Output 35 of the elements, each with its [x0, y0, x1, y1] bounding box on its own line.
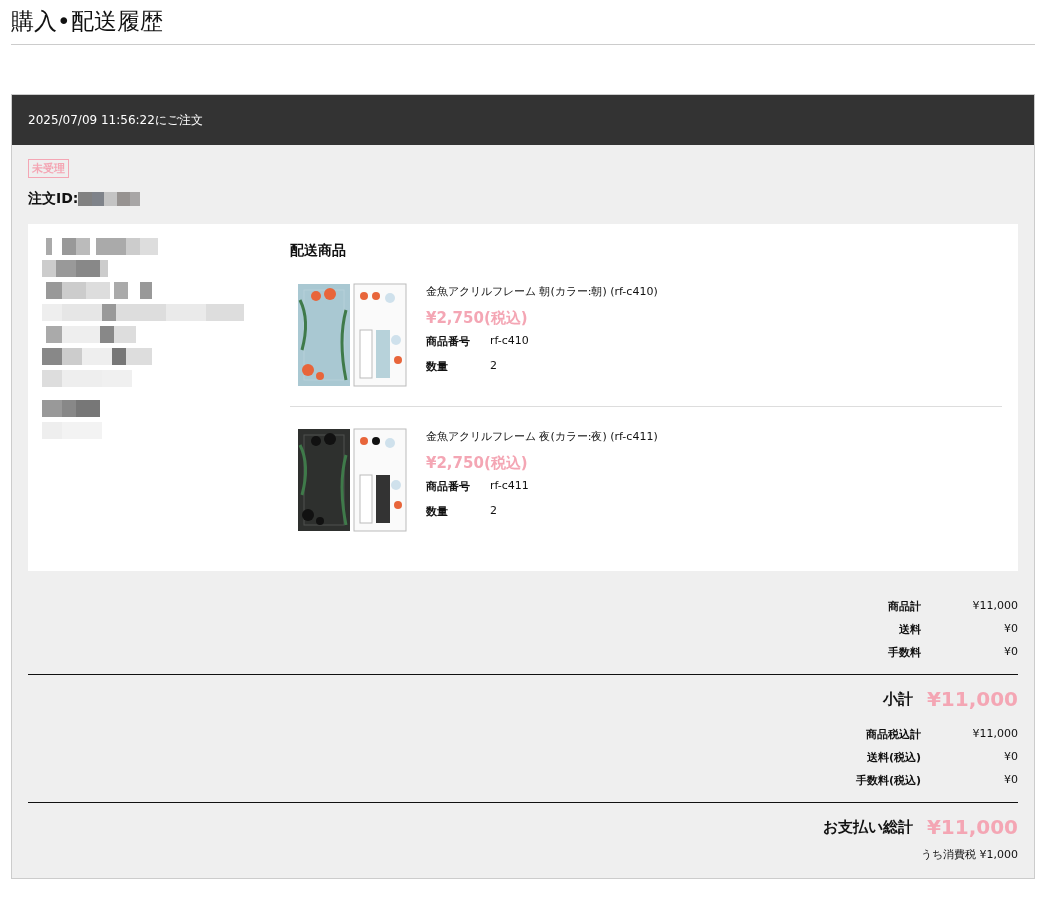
field-value: rf-c410: [490, 334, 529, 349]
order-date: 2025/07/09 11:56:22にご注文: [28, 111, 203, 129]
section-heading: 配送商品: [290, 242, 347, 260]
field-value: rf-c411: [490, 479, 529, 494]
redacted-id: [78, 192, 141, 206]
total-value: ¥11,000: [971, 727, 1018, 742]
field-label: 商品番号: [426, 479, 471, 494]
product-price: ¥2,750(税込): [426, 454, 529, 473]
page-title: 購入•配送履歴: [11, 0, 1035, 45]
subtotal-value: ¥11,000: [926, 687, 1018, 711]
total-value: ¥0: [1003, 645, 1018, 660]
total-label: 商品計: [888, 599, 921, 614]
field-value: 2: [490, 359, 497, 374]
total-label: 送料(税込): [866, 750, 921, 765]
product-name: 金魚アクリルフレーム 朝(カラー:朝) (rf-c410): [426, 284, 658, 299]
status-badge: 未受理: [28, 159, 69, 178]
total-value: ¥0: [1003, 622, 1018, 637]
field-label: 商品番号: [426, 334, 471, 349]
total-label: 商品税込計: [866, 727, 921, 742]
product-name: 金魚アクリルフレーム 夜(カラー:夜) (rf-c411): [426, 429, 658, 444]
field-label: 数量: [426, 359, 449, 374]
total-value: ¥11,000: [971, 599, 1018, 614]
total-label: 手数料(税込): [855, 773, 921, 788]
field-value: 2: [490, 504, 497, 519]
subtotal-label: 小計: [882, 689, 913, 709]
total-label: 手数料: [888, 645, 921, 660]
tax-note: うち消費税 ¥1,000: [921, 847, 1018, 862]
grand-total-value: ¥11,000: [926, 815, 1018, 839]
grand-total-label: お支払い総計: [822, 817, 913, 837]
field-label: 数量: [426, 504, 449, 519]
total-value: ¥0: [1003, 773, 1018, 788]
order-id-label: 注文ID:: [28, 190, 79, 208]
total-value: ¥0: [1003, 750, 1018, 765]
total-label: 送料: [899, 622, 921, 637]
product-price: ¥2,750(税込): [426, 309, 529, 328]
